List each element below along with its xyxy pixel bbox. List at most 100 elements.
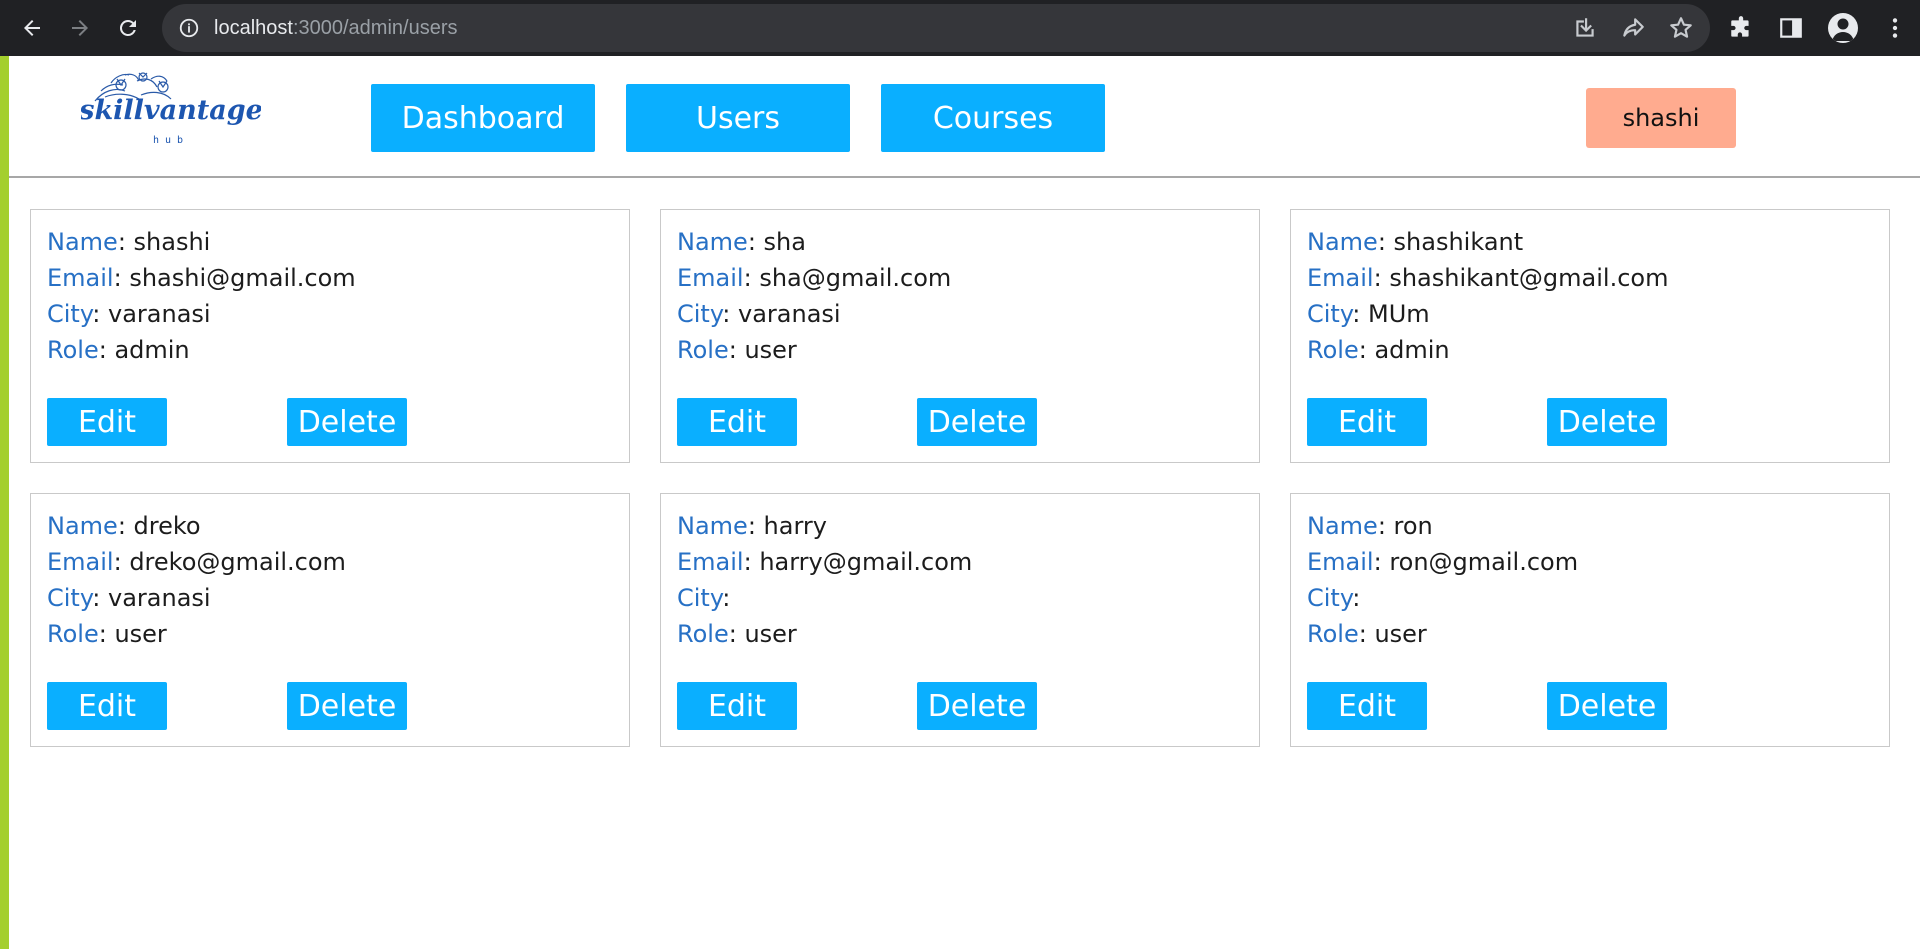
label-separator: : [92, 300, 109, 328]
city-label: City [677, 584, 723, 612]
user-name-line: Name: dreko [47, 512, 201, 540]
user-email-line: Email: sha@gmail.com [677, 264, 951, 292]
name-label: Name [47, 228, 118, 256]
city-label: City [1307, 584, 1353, 612]
url-text: localhost:3000/admin/users [214, 17, 457, 40]
user-city-value: varanasi [108, 584, 211, 612]
role-label: Role [677, 620, 729, 648]
label-separator: : [98, 336, 115, 364]
delete-button[interactable]: Delete [287, 398, 407, 446]
nav-courses[interactable]: Courses [881, 84, 1105, 152]
edit-button[interactable]: Edit [1307, 682, 1427, 730]
user-card: Name: harry Email: harry@gmail.com City: R… [660, 493, 1260, 747]
role-label: Role [47, 336, 99, 364]
user-role-value: user [1374, 620, 1427, 648]
email-label: Email [1307, 264, 1374, 292]
label-separator: : [1377, 512, 1394, 540]
label-separator: : [747, 512, 764, 540]
name-label: Name [677, 228, 748, 256]
user-role-value: admin [1374, 336, 1450, 364]
name-label: Name [1307, 228, 1378, 256]
user-email-line: Email: ron@gmail.com [1307, 548, 1578, 576]
extensions-icon[interactable] [1728, 15, 1754, 41]
delete-button[interactable]: Delete [917, 682, 1037, 730]
user-name-value: shashi [133, 228, 211, 256]
label-separator: : [98, 620, 115, 648]
nav-dashboard[interactable]: Dashboard [371, 84, 595, 152]
user-name-value: harry [763, 512, 827, 540]
menu-icon[interactable] [1882, 15, 1908, 41]
label-separator: : [1352, 300, 1369, 328]
reload-icon[interactable] [108, 8, 148, 48]
label-separator: : [722, 300, 739, 328]
delete-button[interactable]: Delete [917, 398, 1037, 446]
label-separator: : [722, 584, 731, 612]
browser-toolbar: localhost:3000/admin/users [0, 0, 1920, 56]
url-host: localhost [214, 16, 293, 39]
user-city-line: City: MUm [1307, 300, 1430, 328]
nav-users[interactable]: Users [626, 84, 850, 152]
user-email-value: dreko@gmail.com [129, 548, 346, 576]
brand-logo[interactable]: skillvantage hub [81, 61, 261, 149]
user-email-value: sha@gmail.com [759, 264, 952, 292]
label-separator: : [743, 264, 760, 292]
edit-button[interactable]: Edit [677, 682, 797, 730]
email-label: Email [47, 264, 114, 292]
role-label: Role [677, 336, 729, 364]
edit-button[interactable]: Edit [677, 398, 797, 446]
edit-button[interactable]: Edit [47, 682, 167, 730]
label-separator: : [728, 336, 745, 364]
user-card: Name: sha Email: sha@gmail.com City: varan… [660, 209, 1260, 463]
role-label: Role [1307, 620, 1359, 648]
label-separator: : [113, 264, 130, 292]
back-arrow-icon[interactable] [12, 8, 52, 48]
label-separator: : [1377, 228, 1394, 256]
user-name-line: Name: sha [677, 228, 806, 256]
label-separator: : [117, 512, 134, 540]
user-name-line: Name: shashi [47, 228, 210, 256]
user-city-line: City: [677, 584, 730, 612]
install-icon[interactable] [1572, 15, 1598, 41]
city-label: City [677, 300, 723, 328]
address-bar[interactable]: localhost:3000/admin/users [162, 4, 1710, 52]
user-city-line: City: varanasi [677, 300, 841, 328]
label-separator: : [1352, 584, 1361, 612]
name-label: Name [1307, 512, 1378, 540]
share-icon[interactable] [1620, 15, 1646, 41]
user-name-value: ron [1393, 512, 1433, 540]
current-user-button[interactable]: shashi [1586, 88, 1736, 148]
user-role-line: Role: admin [47, 336, 190, 364]
user-city-line: City: varanasi [47, 584, 211, 612]
delete-button[interactable]: Delete [1547, 398, 1667, 446]
label-separator: : [1373, 548, 1390, 576]
delete-button[interactable]: Delete [287, 682, 407, 730]
user-email-line: Email: shashi@gmail.com [47, 264, 356, 292]
user-email-value: ron@gmail.com [1389, 548, 1579, 576]
email-label: Email [1307, 548, 1374, 576]
edit-button[interactable]: Edit [47, 398, 167, 446]
user-email-line: Email: harry@gmail.com [677, 548, 972, 576]
user-role-line: Role: user [47, 620, 167, 648]
side-panel-icon[interactable] [1778, 15, 1804, 41]
profile-icon[interactable] [1828, 13, 1858, 43]
forward-arrow-icon[interactable] [60, 8, 100, 48]
name-label: Name [677, 512, 748, 540]
user-card: Name: dreko Email: dreko@gmail.com City: v… [30, 493, 630, 747]
user-role-line: Role: user [677, 620, 797, 648]
logo-wordmark: skillvantage [81, 95, 261, 126]
edit-button[interactable]: Edit [1307, 398, 1427, 446]
user-role-line: Role: admin [1307, 336, 1450, 364]
city-label: City [47, 584, 93, 612]
user-email-line: Email: dreko@gmail.com [47, 548, 346, 576]
user-email-value: shashi@gmail.com [129, 264, 356, 292]
user-city-value: varanasi [108, 300, 211, 328]
user-role-value: user [744, 336, 797, 364]
user-name-value: dreko [133, 512, 201, 540]
info-icon[interactable] [178, 17, 200, 39]
email-label: Email [677, 548, 744, 576]
delete-button[interactable]: Delete [1547, 682, 1667, 730]
star-icon[interactable] [1668, 15, 1694, 41]
label-separator: : [1358, 620, 1375, 648]
user-city-line: City: varanasi [47, 300, 211, 328]
user-email-value: harry@gmail.com [759, 548, 973, 576]
